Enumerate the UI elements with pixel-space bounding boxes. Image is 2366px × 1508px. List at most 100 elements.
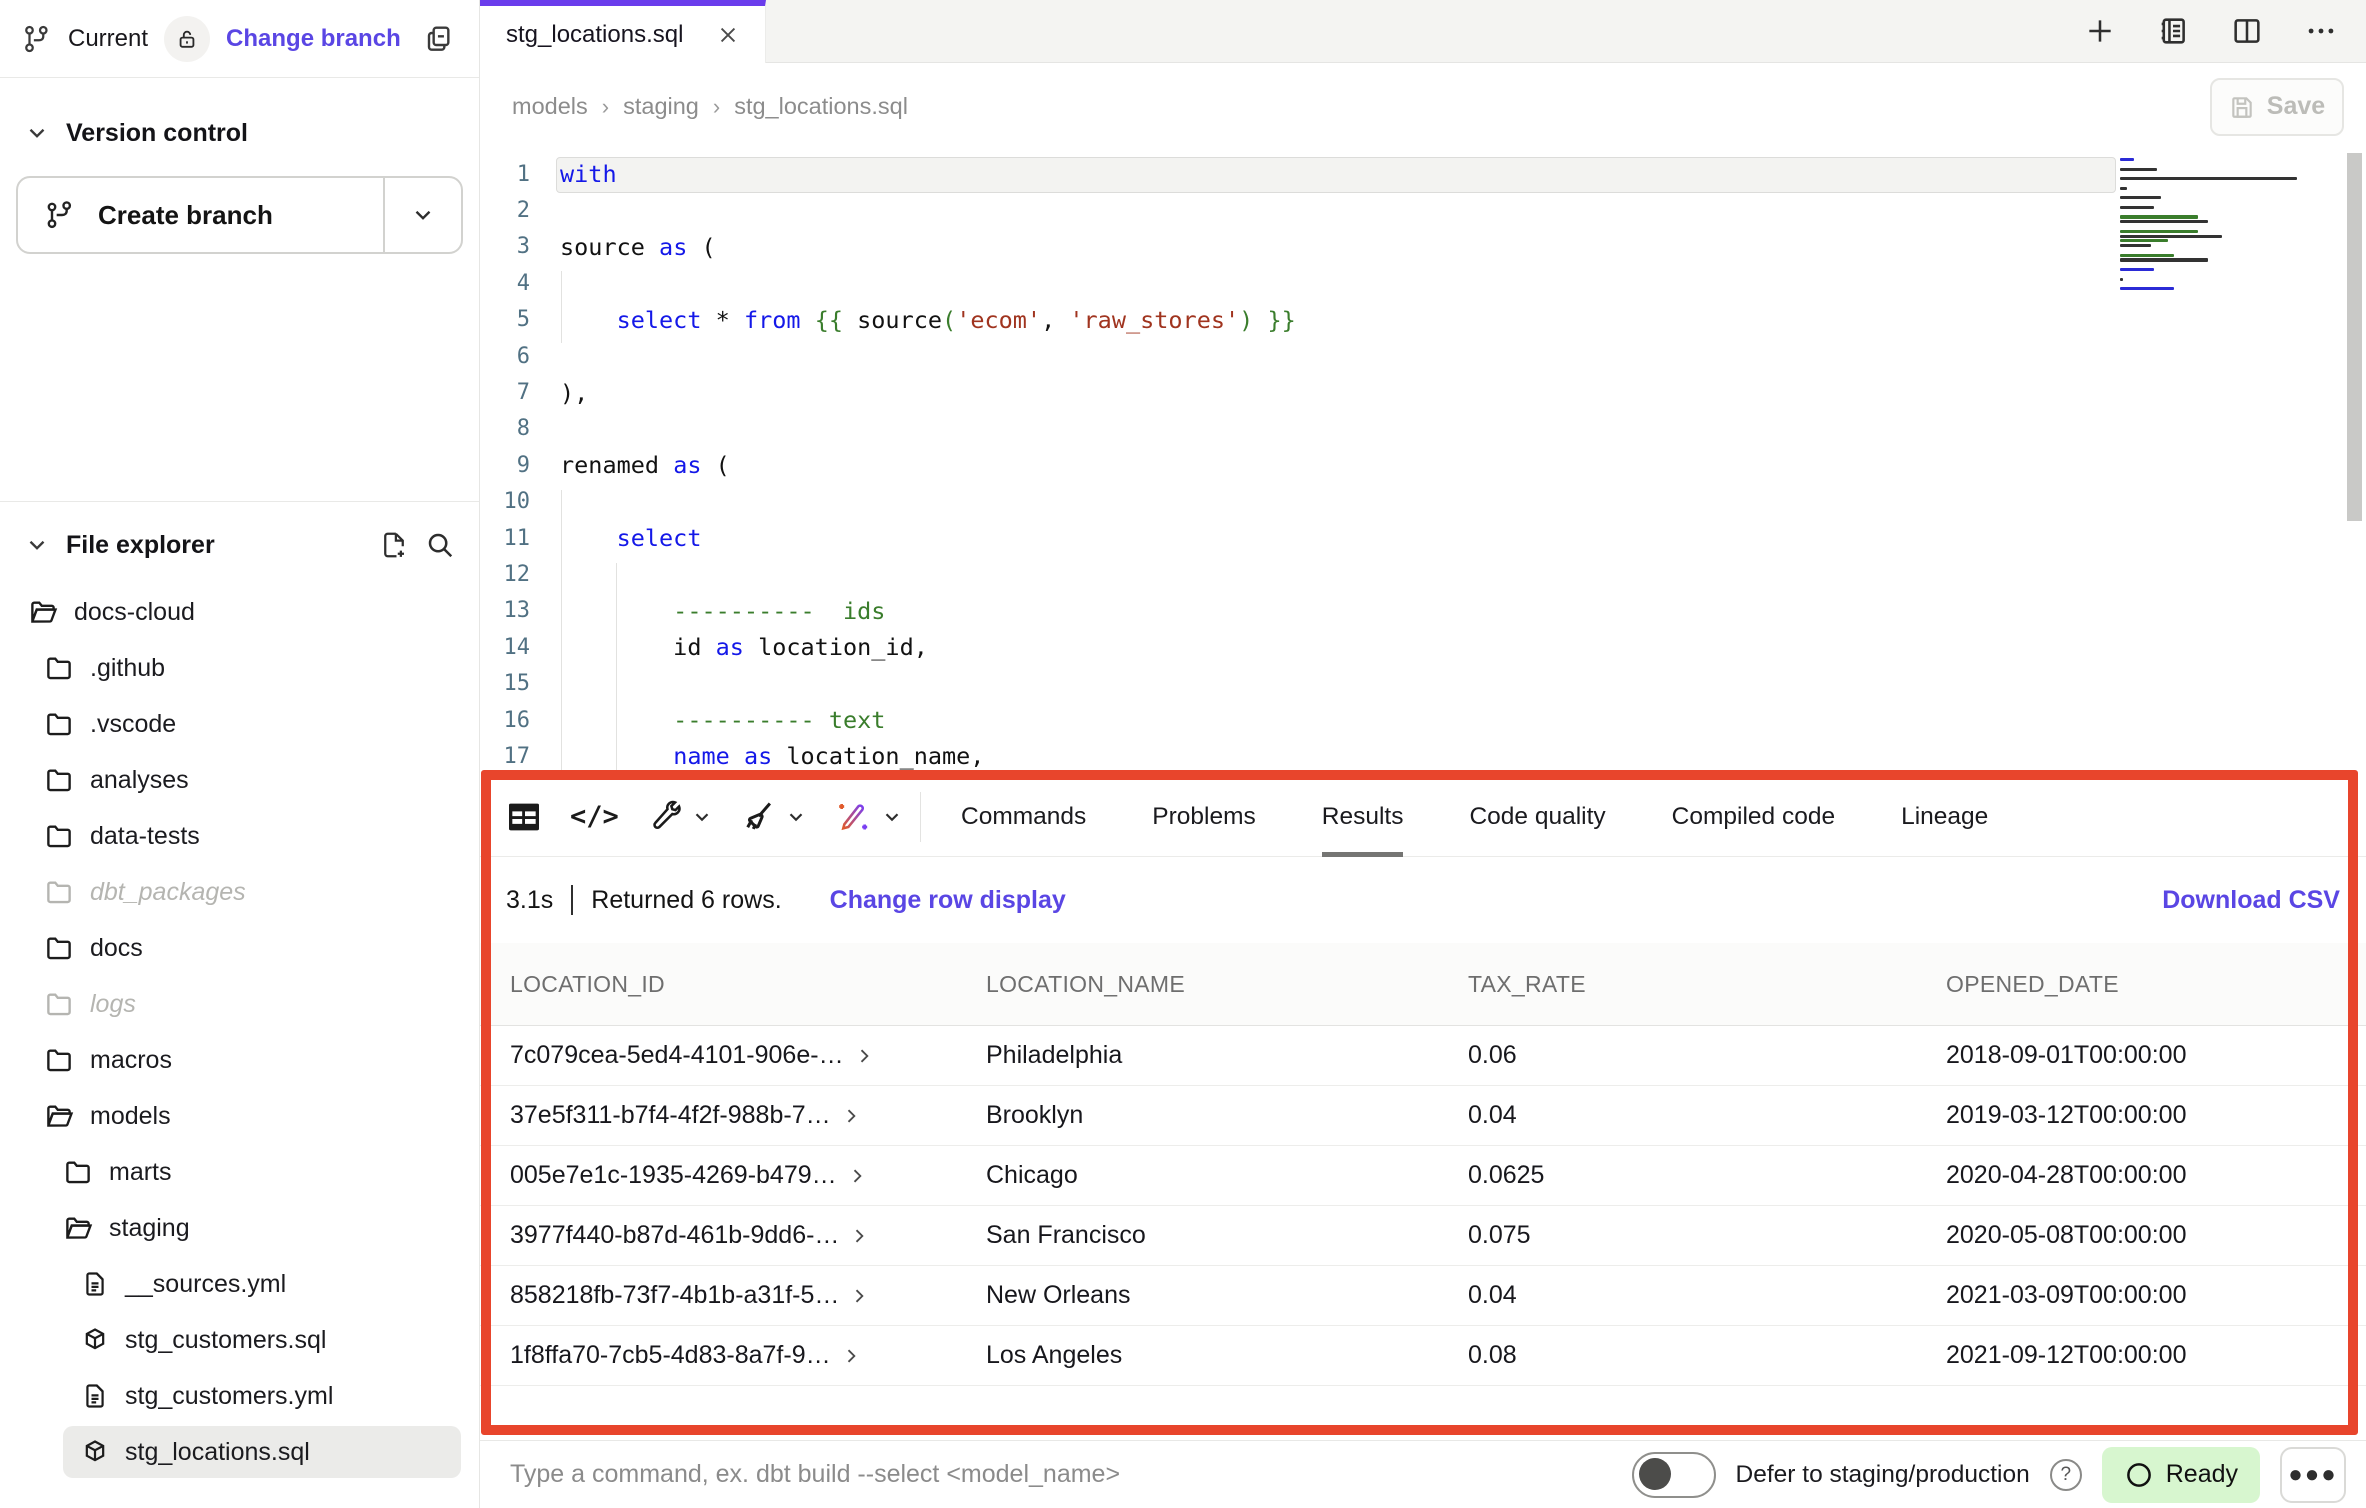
file-item-macros[interactable]: macros — [0, 1032, 479, 1088]
create-branch-label: Create branch — [98, 200, 273, 231]
expand-cell-icon[interactable] — [854, 1046, 874, 1066]
file-item-models[interactable]: models — [0, 1088, 479, 1144]
expand-cell-icon[interactable] — [841, 1106, 861, 1126]
line-number: 11 — [480, 526, 536, 551]
panel-tab-problems[interactable]: Problems — [1152, 777, 1255, 857]
expand-cell-icon[interactable] — [849, 1226, 869, 1246]
folder-icon — [44, 877, 74, 907]
panel-tab-lineage[interactable]: Lineage — [1901, 777, 1988, 857]
branch-bar: Current Change branch — [0, 0, 479, 78]
tab-stg-locations-sql[interactable]: stg_locations.sql — [480, 0, 766, 63]
code-line-15: 15 — [480, 665, 2366, 701]
file-list-icon[interactable] — [2156, 14, 2190, 48]
breadcrumb-staging[interactable]: staging — [623, 93, 699, 120]
cell-tax-rate: 0.04 — [1468, 1101, 1946, 1130]
line-number: 1 — [480, 162, 536, 187]
file-item-data-tests[interactable]: data-tests — [0, 808, 479, 864]
search-icon[interactable] — [425, 530, 455, 560]
change-branch-link[interactable]: Change branch — [226, 25, 401, 53]
line-number: 7 — [480, 380, 536, 405]
create-branch-dropdown[interactable] — [383, 178, 461, 252]
panel-tab-commands[interactable]: Commands — [961, 777, 1086, 857]
file-doc-icon — [81, 1270, 109, 1298]
results-table-header: LOCATION_IDLOCATION_NAMETAX_RATEOPENED_D… — [480, 943, 2366, 1026]
cell-tax-rate: 0.0625 — [1468, 1161, 1946, 1190]
results-table: LOCATION_IDLOCATION_NAMETAX_RATEOPENED_D… — [480, 943, 2366, 1386]
code-editor[interactable]: 1with23source as (45 select * from {{ so… — [480, 150, 2366, 777]
file-item-stg-locations-sql[interactable]: stg_locations.sql — [0, 1424, 479, 1480]
file-item--vscode[interactable]: .vscode — [0, 696, 479, 752]
minimap[interactable] — [2120, 158, 2325, 292]
command-input[interactable]: Type a command, ex. dbt build --select <… — [510, 1460, 1632, 1489]
file-item-analyses[interactable]: analyses — [0, 752, 479, 808]
file-item-staging[interactable]: staging — [0, 1200, 479, 1256]
cell-opened-date: 2020-04-28T00:00:00 — [1946, 1161, 2366, 1190]
file-doc-icon — [81, 1382, 109, 1410]
file-item-logs[interactable]: logs — [0, 976, 479, 1032]
panel-tab-code-quality[interactable]: Code quality — [1469, 777, 1605, 857]
file-item-docs-cloud[interactable]: docs-cloud — [0, 584, 479, 640]
toggle-knob — [1639, 1458, 1671, 1490]
code-line-3: 3source as ( — [480, 229, 2366, 265]
new-tab-icon[interactable] — [2084, 15, 2116, 47]
chevron-down-icon[interactable] — [24, 120, 50, 146]
column-header-opened_date: OPENED_DATE — [1946, 971, 2366, 998]
breadcrumb-file: stg_locations.sql — [734, 93, 908, 120]
chevron-down-icon[interactable] — [24, 532, 50, 558]
more-options-icon[interactable] — [2304, 14, 2338, 48]
preview-table-icon[interactable] — [504, 797, 544, 837]
defer-label: Defer to staging/production — [1736, 1461, 2030, 1489]
file-item--sources-yml[interactable]: __sources.yml — [0, 1256, 479, 1312]
file-item-docs[interactable]: docs — [0, 920, 479, 976]
column-header-location_name: LOCATION_NAME — [986, 971, 1468, 998]
code-line-5: 5 select * from {{ source('ecom', 'raw_s… — [480, 302, 2366, 338]
expand-cell-icon[interactable] — [847, 1166, 867, 1186]
file-item-stg-customers-yml[interactable]: stg_customers.yml — [0, 1368, 479, 1424]
format-broom-icon[interactable] — [739, 798, 807, 836]
expand-cell-icon[interactable] — [849, 1286, 869, 1306]
folder-icon — [44, 989, 74, 1019]
expand-cell-icon[interactable] — [841, 1346, 861, 1366]
folder-icon — [63, 1157, 93, 1187]
file-tree: docs-cloud .github.vscodeanalysesdata-tes… — [0, 584, 479, 1480]
table-row: 3977f440-b87d-461b-9dd6-…San Francisco0.… — [480, 1206, 2366, 1266]
cell-opened-date: 2020-05-08T00:00:00 — [1946, 1221, 2366, 1250]
split-editor-icon[interactable] — [2230, 14, 2264, 48]
status-circle-icon — [2124, 1460, 2154, 1490]
file-item-marts[interactable]: marts — [0, 1144, 479, 1200]
toolbar-divider — [920, 792, 921, 842]
create-branch-button[interactable]: Create branch — [18, 178, 383, 252]
save-label: Save — [2267, 92, 2325, 121]
status-bar: Type a command, ex. dbt build --select <… — [480, 1440, 2366, 1508]
line-number: 13 — [480, 598, 536, 623]
editor-scrollbar[interactable] — [2347, 153, 2362, 521]
file-item-label: stg_customers.sql — [125, 1326, 326, 1355]
run-time: 3.1s — [506, 886, 553, 915]
save-button[interactable]: Save — [2210, 78, 2344, 136]
download-csv-link[interactable]: Download CSV — [2162, 886, 2340, 915]
code-line-7: 7), — [480, 374, 2366, 410]
change-row-display-link[interactable]: Change row display — [830, 886, 1066, 915]
main-area: stg_locations.sql — [480, 0, 2366, 1508]
compile-code-icon[interactable]: </> — [570, 801, 619, 832]
build-wrench-icon[interactable] — [645, 798, 713, 836]
copy-icon[interactable] — [423, 23, 455, 55]
file-item-stg-customers-sql[interactable]: stg_customers.sql — [0, 1312, 479, 1368]
breadcrumb-models[interactable]: models — [512, 93, 588, 120]
code-line-1: 1with — [480, 156, 2366, 192]
more-actions-button[interactable]: ●●● — [2280, 1447, 2346, 1503]
close-icon[interactable] — [717, 24, 739, 46]
branch-lock-badge — [164, 16, 210, 62]
new-file-icon[interactable] — [379, 530, 409, 560]
help-icon[interactable]: ? — [2050, 1459, 2082, 1491]
code-line-10: 10 — [480, 484, 2366, 520]
ready-status-badge[interactable]: Ready — [2102, 1447, 2260, 1503]
file-item-label: docs-cloud — [74, 598, 195, 627]
ai-fix-icon[interactable] — [833, 797, 903, 837]
panel-tab-compiled-code[interactable]: Compiled code — [1672, 777, 1835, 857]
file-item--github[interactable]: .github — [0, 640, 479, 696]
defer-toggle[interactable] — [1632, 1452, 1716, 1498]
panel-tab-results[interactable]: Results — [1322, 777, 1404, 857]
file-item-dbt-packages[interactable]: dbt_packages — [0, 864, 479, 920]
line-number: 6 — [480, 344, 536, 369]
